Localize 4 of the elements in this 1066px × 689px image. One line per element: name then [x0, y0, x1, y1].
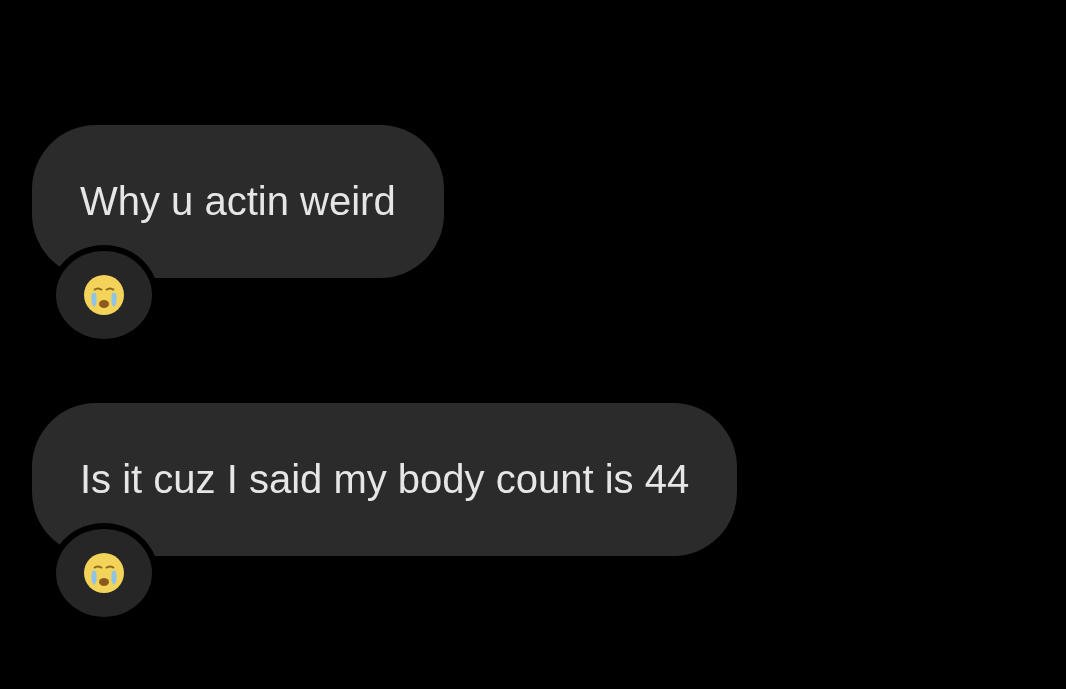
- message-bubble: Is it cuz I said my body count is 44: [32, 403, 738, 556]
- message-bubble: Why u actin weird: [32, 125, 444, 278]
- crying-face-icon: [82, 551, 126, 595]
- crying-face-icon: [82, 273, 126, 317]
